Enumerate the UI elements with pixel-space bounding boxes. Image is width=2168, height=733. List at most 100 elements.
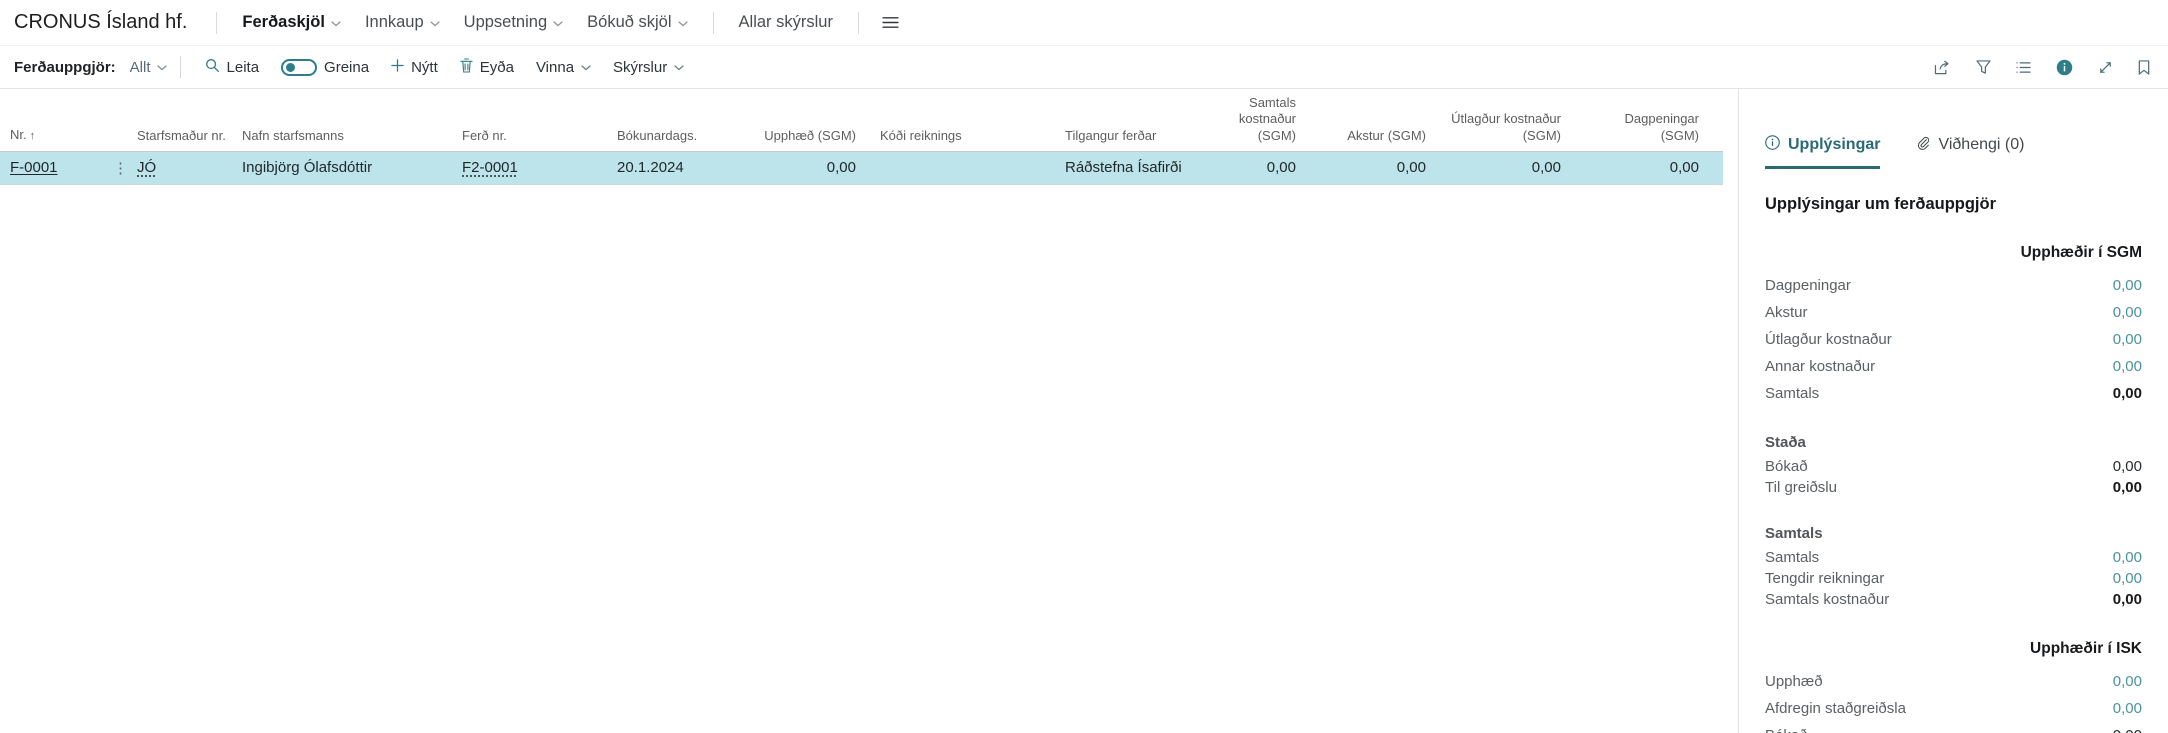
- new-button[interactable]: Nýtt: [391, 59, 438, 76]
- chevron-down-icon: [674, 65, 684, 71]
- section-header-samtals: Samtals: [1765, 525, 2142, 542]
- column-header-trip-no[interactable]: Ferð nr.: [462, 89, 617, 151]
- column-header-mileage-sgm[interactable]: Akstur (SGM): [1320, 89, 1450, 151]
- column-header-amount-sgm[interactable]: Upphæð (SGM): [742, 89, 880, 151]
- table-row[interactable]: F-0001 ⋮ JÓ Ingibjörg Ólafsdóttir F2-000…: [0, 151, 1723, 184]
- company-name[interactable]: CRONUS Ísland hf.: [14, 11, 187, 34]
- group-header-isk: Upphæðir í ISK: [1765, 640, 2142, 658]
- group-isk: Upphæð 0,00 Afdregin staðgreiðsla 0,00 B…: [1765, 668, 2142, 733]
- field-row-dagpeningar: Dagpeningar 0,00: [1765, 272, 2142, 299]
- paperclip-icon: [1916, 136, 1930, 155]
- nav-item-ferdaskjol[interactable]: Ferðaskjöl: [242, 13, 341, 32]
- nav-item-all-reports[interactable]: Allar skýrslur: [739, 13, 833, 32]
- column-header-posting-date[interactable]: Bókunardags.: [617, 89, 742, 151]
- chevron-down-icon: [157, 65, 167, 71]
- group-header-sgm: Upphæðir í SGM: [1765, 244, 2142, 262]
- chevron-down-icon: [430, 21, 440, 27]
- fact-panel-tabs: Upplýsingar Viðhengi (0): [1765, 135, 2142, 169]
- search-icon: [205, 58, 220, 77]
- reports-menu[interactable]: Skýrslur: [613, 59, 684, 76]
- trip-no-link[interactable]: F2-0001: [462, 159, 518, 176]
- column-header-more: [113, 89, 137, 151]
- field-row-upphaed: Upphæð 0,00: [1765, 668, 2142, 695]
- delete-button[interactable]: Eyða: [460, 58, 514, 77]
- group-sgm: Dagpeningar 0,00 Akstur 0,00 Útlagður ko…: [1765, 272, 2142, 407]
- travel-settlements-table: Nr.↑ Starfsmaður nr. Nafn starfsmanns Fe…: [0, 89, 1723, 185]
- fact-panel-title: Upplýsingar um ferðauppgjör: [1765, 195, 2142, 214]
- hamburger-icon[interactable]: [882, 16, 899, 29]
- value-link[interactable]: 0,00: [2113, 277, 2142, 294]
- value-link[interactable]: 0,00: [2113, 331, 2142, 348]
- chevron-down-icon: [678, 21, 688, 27]
- filter-icon[interactable]: [1976, 60, 1991, 74]
- value-link[interactable]: 0,00: [2113, 358, 2142, 375]
- account-code-cell: [880, 151, 1065, 184]
- column-header-purpose[interactable]: Tilgangur ferðar: [1065, 89, 1200, 151]
- field-row-akstur: Akstur 0,00: [1765, 299, 2142, 326]
- field-row-afdregin-stadgreidsla: Afdregin staðgreiðsla 0,00: [1765, 695, 2142, 722]
- field-row-til-greidslu: Til greiðslu 0,00: [1765, 477, 2142, 498]
- column-header-nr[interactable]: Nr.↑: [0, 89, 113, 151]
- toggle-knob: [286, 63, 295, 72]
- amount-sgm-cell: 0,00: [742, 151, 880, 184]
- value-plain: 0,00: [2113, 458, 2142, 475]
- field-row-bokad-isk: Bókað 0,00: [1765, 722, 2142, 733]
- share-icon[interactable]: [1934, 60, 1951, 75]
- total-cost-sgm-cell: 0,00: [1200, 151, 1320, 184]
- field-row-bokad: Bókað 0,00: [1765, 456, 2142, 477]
- value-link[interactable]: 0,00: [2113, 304, 2142, 321]
- field-row-samtals: Samtals 0,00: [1765, 547, 2142, 568]
- manage-menu[interactable]: Vinna: [536, 59, 591, 76]
- nav-item-bokud-skjol[interactable]: Bókuð skjöl: [587, 13, 687, 32]
- value-link[interactable]: 0,00: [2113, 570, 2142, 587]
- expand-icon[interactable]: [2098, 60, 2113, 75]
- tab-details[interactable]: Upplýsingar: [1765, 135, 1880, 169]
- group-status: Bókað 0,00 Til greiðslu 0,00: [1765, 456, 2142, 498]
- per-diem-sgm-cell: 0,00: [1585, 151, 1723, 184]
- value-total: 0,00: [2113, 385, 2142, 402]
- tab-attachments[interactable]: Viðhengi (0): [1916, 135, 2024, 169]
- posting-date-cell: 20.1.2024: [617, 151, 742, 184]
- value-total: 0,00: [2113, 479, 2142, 496]
- column-header-total-cost-sgm[interactable]: Samtals kostnaður (SGM): [1200, 89, 1320, 151]
- show-list-icon[interactable]: [2016, 61, 2031, 74]
- column-header-account-code[interactable]: Kóði reiknings: [880, 89, 1065, 151]
- search-button[interactable]: Leita: [205, 58, 260, 77]
- table-header-row: Nr.↑ Starfsmaður nr. Nafn starfsmanns Fe…: [0, 89, 1723, 151]
- column-header-outlay-cost-sgm[interactable]: Útlagður kostnaður (SGM): [1450, 89, 1585, 151]
- chevron-down-icon: [331, 21, 341, 27]
- column-header-employee-no[interactable]: Starfsmaður nr.: [137, 89, 242, 151]
- record-number-link[interactable]: F-0001: [10, 159, 58, 176]
- divider: [713, 12, 714, 34]
- divider: [858, 12, 859, 34]
- fact-panel: Upplýsingar Viðhengi (0) Upplýsingar um …: [1738, 89, 2168, 733]
- column-header-employee-name[interactable]: Nafn starfsmanns: [242, 89, 462, 151]
- employee-no-link[interactable]: JÓ: [137, 159, 156, 176]
- outlay-cost-sgm-cell: 0,00: [1450, 151, 1585, 184]
- field-row-tengdir-reikningar: Tengdir reikningar 0,00: [1765, 568, 2142, 589]
- employee-name-cell: Ingibjörg Ólafsdóttir: [242, 151, 462, 184]
- plus-icon: [391, 59, 404, 76]
- sort-ascending-icon: ↑: [30, 130, 36, 142]
- scope-filter-dropdown[interactable]: Allt: [130, 59, 167, 76]
- info-icon[interactable]: [2056, 59, 2073, 76]
- main-area: Nr.↑ Starfsmaður nr. Nafn starfsmanns Fe…: [0, 89, 2168, 733]
- value-plain: 0,00: [2113, 727, 2142, 733]
- section-header-stada: Staða: [1765, 434, 2142, 451]
- top-navigation-bar: CRONUS Ísland hf. Ferðaskjöl Innkaup Upp…: [0, 0, 2168, 46]
- bookmark-icon[interactable]: [2138, 60, 2150, 75]
- value-link[interactable]: 0,00: [2113, 673, 2142, 690]
- field-row-utlagdur-kostnadur: Útlagður kostnaður 0,00: [1765, 326, 2142, 353]
- mileage-sgm-cell: 0,00: [1320, 151, 1450, 184]
- info-circle-icon: [1765, 135, 1780, 155]
- list-caption: Ferðauppgjör:: [14, 59, 116, 76]
- column-header-per-diem-sgm[interactable]: Dagpeningar (SGM): [1585, 89, 1723, 151]
- action-toolbar: Ferðauppgjör: Allt Leita Greina Nýtt: [0, 46, 2168, 89]
- nav-item-uppsetning[interactable]: Uppsetning: [464, 13, 563, 32]
- more-icon[interactable]: ⋮: [113, 160, 128, 177]
- analyze-toggle[interactable]: [281, 59, 317, 76]
- purpose-cell: Ráðstefna Ísafirði: [1065, 151, 1200, 184]
- value-link[interactable]: 0,00: [2113, 549, 2142, 566]
- value-link[interactable]: 0,00: [2113, 700, 2142, 717]
- nav-item-innkaup[interactable]: Innkaup: [365, 13, 440, 32]
